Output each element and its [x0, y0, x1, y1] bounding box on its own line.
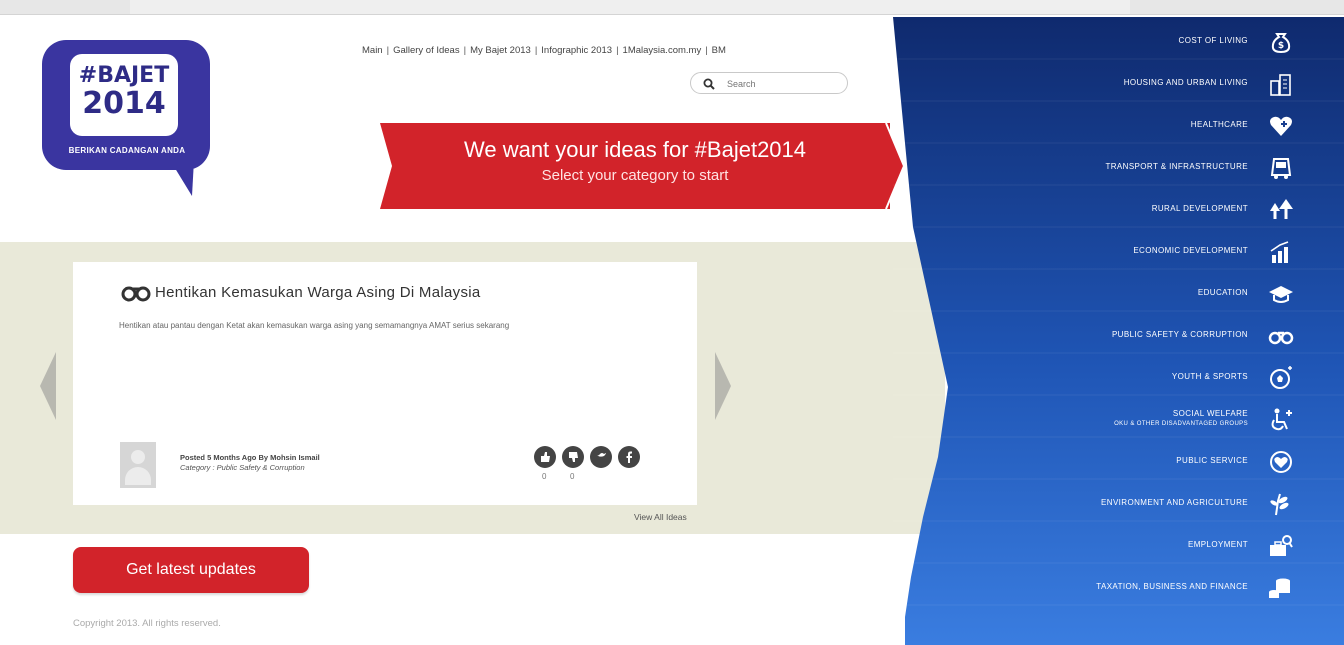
logo-year: 2014 — [82, 86, 166, 121]
search-input[interactable] — [725, 76, 839, 92]
wheat-icon — [1270, 493, 1289, 516]
category-label: TRANSPORT & INFRASTRUCTURE — [1105, 162, 1248, 171]
nav-separator: | — [463, 45, 467, 56]
carousel-prev-icon[interactable] — [38, 352, 58, 420]
category-taxation[interactable]: TAXATION, BUSINESS AND FINANCE — [893, 567, 1344, 609]
money-bag-icon: $ — [1271, 33, 1291, 54]
dislike-count: 0 — [570, 472, 575, 481]
category-label: HOUSING AND URBAN LIVING — [1123, 78, 1248, 87]
twitter-icon[interactable] — [590, 446, 612, 468]
carousel-next-icon[interactable] — [713, 352, 733, 420]
growth-chart-icon — [1270, 241, 1289, 263]
nav-link-bm[interactable]: BM — [712, 45, 726, 56]
nav-separator: | — [386, 45, 390, 56]
logo-inner: #BAJET 2014 — [70, 54, 178, 136]
category-label: YOUTH & SPORTS — [1171, 372, 1248, 381]
top-strip-segment — [130, 0, 1130, 14]
nav-link-infographic[interactable]: Infographic 2013 — [541, 45, 612, 56]
category-education[interactable]: EDUCATION — [893, 273, 1344, 315]
nav-separator: | — [616, 45, 619, 56]
category-employment[interactable]: EMPLOYMENT — [893, 525, 1344, 567]
idea-meta: Posted 5 Months Ago By Mohsin Ismail Cat… — [180, 453, 320, 473]
like-count: 0 — [542, 472, 547, 481]
bus-icon — [1270, 158, 1292, 179]
nav-link-main[interactable]: Main — [362, 45, 383, 56]
briefcase-search-icon — [1270, 535, 1293, 556]
coins-icon — [1269, 578, 1290, 598]
heart-plus-icon — [1270, 116, 1292, 136]
category-label: EMPLOYMENT — [1187, 540, 1248, 549]
top-nav: Main | Gallery of Ideas | My Bajet 2013 | Info… — [362, 45, 862, 56]
get-updates-button[interactable]: Get latest updates — [73, 547, 309, 593]
heart-badge-icon — [1270, 451, 1292, 473]
nav-link-gallery[interactable]: Gallery of Ideas — [393, 45, 460, 56]
search-box[interactable] — [690, 72, 848, 94]
category-cost-of-living[interactable]: COST OF LIVING $ — [893, 21, 1344, 63]
handcuffs-icon — [1268, 331, 1294, 345]
browser-top-strip — [0, 0, 1344, 15]
nav-separator: | — [705, 45, 708, 56]
idea-posted: Posted 5 Months Ago By Mohsin Ismail — [180, 453, 320, 462]
category-public-safety[interactable]: PUBLIC SAFETY & CORRUPTION — [893, 315, 1344, 357]
nav-link-my-bajet[interactable]: My Bajet 2013 — [470, 45, 531, 56]
graduation-cap-icon — [1269, 286, 1293, 303]
nav-link-1malaysia[interactable]: 1Malaysia.com.my — [623, 45, 702, 56]
category-label: EDUCATION — [1197, 288, 1248, 297]
idea-card[interactable]: Hentikan Kemasukan Warga Asing Di Malays… — [73, 262, 697, 505]
logo-tagline: BERIKAN CADANGAN ANDA — [68, 146, 186, 155]
idea-title[interactable]: Hentikan Kemasukan Warga Asing Di Malays… — [155, 284, 481, 301]
bajet-logo[interactable]: #BAJET 2014 BERIKAN CADANGAN ANDA — [42, 40, 232, 200]
category-environment[interactable]: ENVIRONMENT AND AGRICULTURE — [893, 483, 1344, 525]
category-label: PUBLIC SAFETY & CORRUPTION — [1111, 330, 1248, 339]
view-all-ideas-link[interactable]: View All Ideas — [634, 512, 687, 522]
copyright-text: Copyright 2013. All rights reserved. — [73, 618, 221, 629]
handcuffs-icon — [121, 284, 151, 307]
trees-icon — [1270, 199, 1293, 219]
category-label: HEALTHCARE — [1190, 120, 1248, 129]
like-icon[interactable] — [534, 446, 556, 468]
svg-text:$: $ — [1278, 41, 1284, 51]
category-label: RURAL DEVELOPMENT — [1151, 204, 1248, 213]
category-label: TAXATION, BUSINESS AND FINANCE — [1096, 582, 1248, 591]
logo-bubble-tail — [170, 160, 194, 196]
category-social-welfare[interactable]: SOCIAL WELFARE OKU & OTHER DISADVANTAGED … — [893, 399, 1344, 441]
category-label: ENVIRONMENT AND AGRICULTURE — [1101, 498, 1248, 507]
category-sidebar: COST OF LIVING $ HOUSING AND URBAN LIVIN… — [893, 17, 1344, 645]
ideas-banner[interactable]: We want your ideas for #Bajet2014 Select… — [380, 123, 890, 209]
category-transport[interactable]: TRANSPORT & INFRASTRUCTURE — [893, 147, 1344, 189]
wheelchair-icon — [1271, 408, 1292, 431]
nav-separator: | — [534, 45, 538, 56]
avatar — [120, 442, 156, 488]
banner-subtitle: Select your category to start — [541, 167, 729, 184]
logo-hashtag: #BAJET — [78, 63, 170, 88]
category-label: ECONOMIC DEVELOPMENT — [1133, 246, 1248, 255]
search-icon[interactable] — [703, 77, 715, 95]
category-label: PUBLIC SERVICE — [1176, 456, 1248, 465]
dislike-icon[interactable] — [562, 446, 584, 468]
category-youth-sports[interactable]: YOUTH & SPORTS — [893, 357, 1344, 399]
football-icon — [1270, 366, 1292, 389]
category-label: COST OF LIVING — [1178, 36, 1248, 45]
facebook-icon[interactable] — [618, 446, 640, 468]
category-rural-development[interactable]: RURAL DEVELOPMENT — [893, 189, 1344, 231]
category-public-service[interactable]: PUBLIC SERVICE — [893, 441, 1344, 483]
category-healthcare[interactable]: HEALTHCARE — [893, 105, 1344, 147]
buildings-icon — [1270, 74, 1291, 96]
banner-title: We want your ideas for #Bajet2014 — [463, 137, 807, 162]
idea-description: Hentikan atau pantau dengan Ketat akan k… — [119, 321, 510, 330]
idea-category: Category : Public Safety & Corruption — [180, 463, 305, 472]
category-economic-development[interactable]: ECONOMIC DEVELOPMENT — [893, 231, 1344, 273]
category-sublabel: OKU & OTHER DISADVANTAGED GROUPS — [1114, 421, 1248, 427]
category-housing[interactable]: HOUSING AND URBAN LIVING — [893, 63, 1344, 105]
category-label: SOCIAL WELFARE OKU & OTHER DISADVANTAGED … — [1114, 409, 1248, 427]
